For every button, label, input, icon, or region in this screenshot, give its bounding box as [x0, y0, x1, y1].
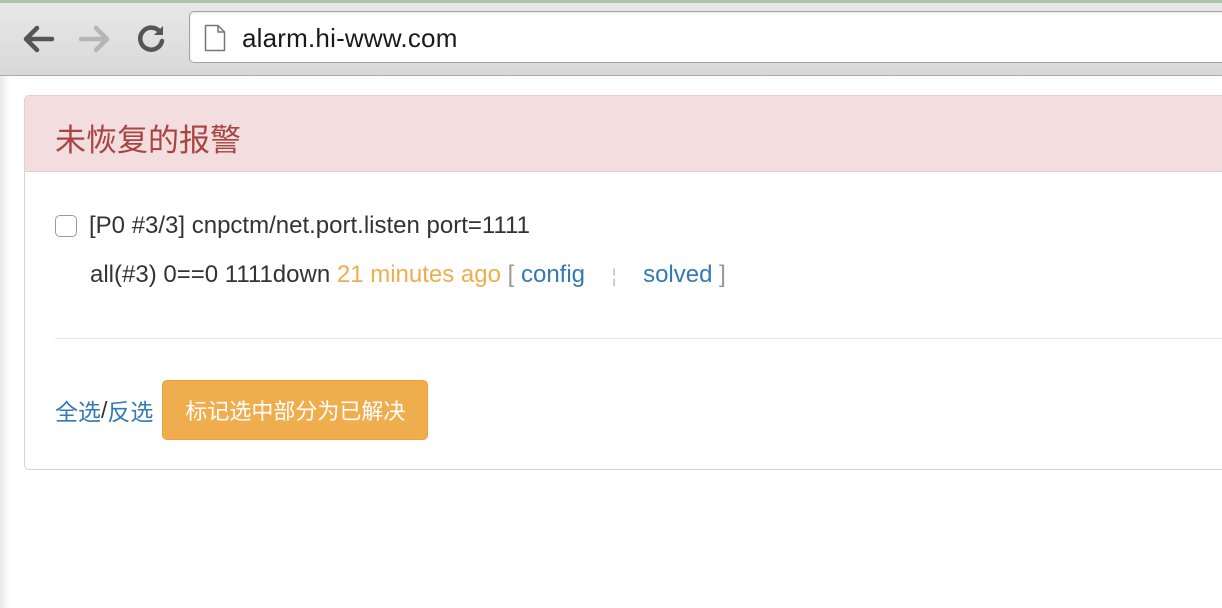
config-link[interactable]: config [521, 261, 585, 288]
url-text[interactable]: alarm.hi-www.com [242, 23, 458, 54]
alarm-panel: 未恢复的报警 [P0 #3/3] cnpctm/net.port.listen … [24, 95, 1222, 470]
panel-heading: 未恢复的报警 [25, 96, 1222, 172]
reload-icon [138, 25, 165, 52]
solved-link[interactable]: solved [643, 261, 712, 288]
alarm-summary: [P0 #3/3] cnpctm/net.port.listen port=11… [89, 212, 530, 239]
page-viewport: 未恢复的报警 [P0 #3/3] cnpctm/net.port.listen … [0, 76, 1222, 608]
address-bar[interactable]: alarm.hi-www.com [189, 11, 1222, 63]
select-all-link[interactable]: 全选 [55, 393, 101, 427]
document-icon [204, 24, 226, 52]
alarm-summary-row: [P0 #3/3] cnpctm/net.port.listen port=11… [55, 212, 530, 240]
panel-title: 未恢复的报警 [55, 123, 241, 158]
alarm-detail-row: all(#3) 0==0 1111down 21 minutes ago [ c… [90, 261, 726, 289]
link-separator: ¦ [611, 266, 617, 286]
back-button[interactable] [19, 19, 59, 59]
bulk-actions: 全选 / 反选 标记选中部分为已解决 [55, 380, 429, 440]
window-edge [0, 0, 1222, 3]
bracket-open: [ [507, 261, 515, 288]
left-shadow [0, 76, 10, 608]
forward-button[interactable] [74, 19, 114, 59]
divider [55, 338, 1222, 339]
alarm-time-ago: 21 minutes ago [336, 261, 501, 288]
alarm-detail: all(#3) 0==0 1111down [90, 261, 331, 288]
alarm-checkbox[interactable] [55, 215, 77, 237]
bracket-close: ] [719, 261, 726, 288]
mark-solved-button[interactable]: 标记选中部分为已解决 [162, 380, 429, 440]
arrow-right-icon [78, 25, 110, 53]
invert-selection-link[interactable]: 反选 [107, 393, 153, 427]
reload-button[interactable] [131, 19, 171, 59]
browser-toolbar: alarm.hi-www.com [0, 0, 1222, 76]
arrow-left-icon [23, 25, 55, 53]
